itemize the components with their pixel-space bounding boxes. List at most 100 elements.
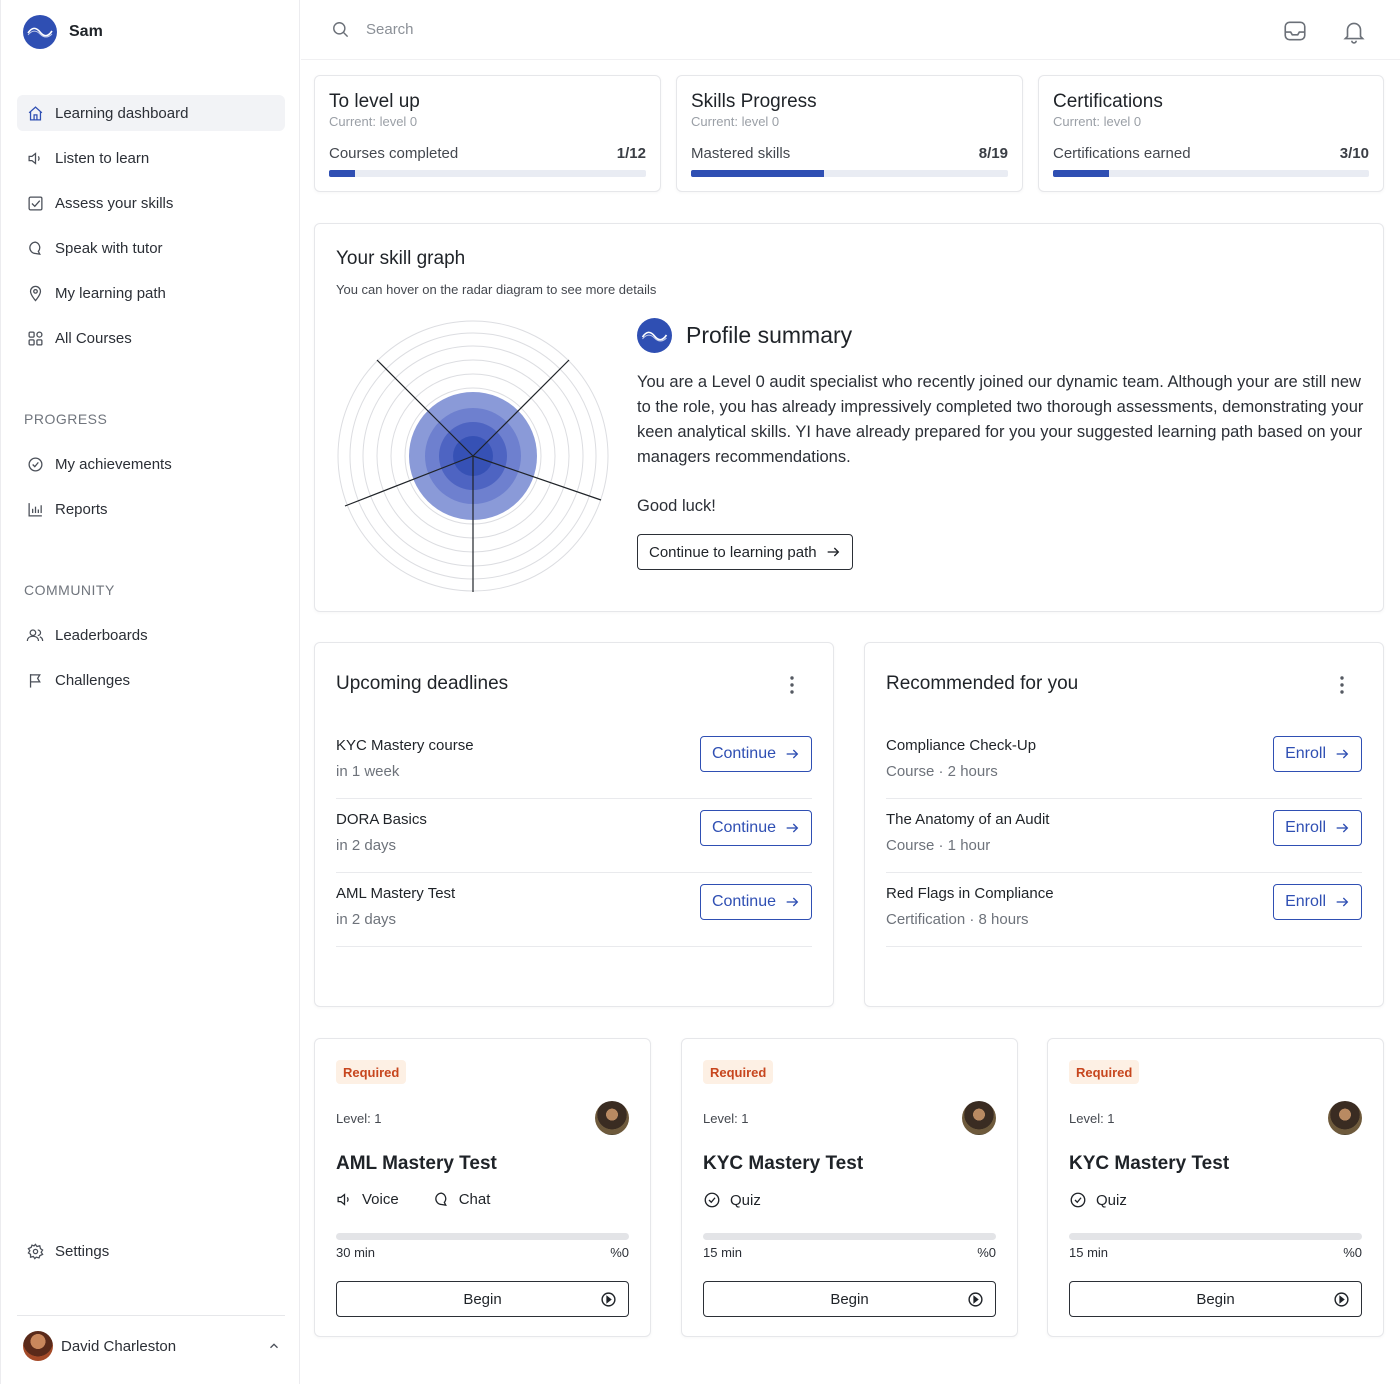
button-label: Begin [463,1290,502,1308]
sidebar-divider [17,1315,285,1316]
sidebar-item-label: Learning dashboard [55,104,189,122]
mode-label: Voice [362,1191,399,1208]
topbar: Search [301,0,1400,60]
stat-card-certifications: Certifications Current: level 0 Certific… [1038,75,1384,192]
list-item: DORA Basics in 2 days Continue [336,799,812,873]
arrow-right-icon [784,894,800,910]
begin-button[interactable]: Begin [703,1281,996,1317]
user-menu[interactable]: David Charleston [23,1330,281,1362]
recommended-course-meta: Certification · 8 hours [886,911,1029,928]
sidebar-item-label: Settings [55,1242,110,1260]
required-badge: Required [336,1060,407,1084]
course-percent: %0 [610,1245,629,1260]
recommended-course-meta: Course · 1 hour [886,837,991,854]
course-title: KYC Mastery Test [703,1153,864,1174]
sidebar-item-learning-path[interactable]: My learning path [17,275,285,311]
stat-value: 1/12 [616,145,646,162]
sidebar-item-learning-dashboard[interactable]: Learning dashboard [17,95,285,131]
gear-icon [26,1242,44,1260]
skill-graph-subtitle: You can hover on the radar diagram to se… [336,282,657,297]
deadline-due: in 1 week [336,763,400,780]
continue-learning-path-button[interactable]: Continue to learning path [637,534,853,570]
stat-progress-bar [329,170,646,177]
sidebar-item-label: All Courses [55,329,132,347]
sidebar-item-listen-to-learn[interactable]: Listen to learn [17,140,285,176]
play-circle-icon [967,1291,984,1308]
button-label: Continue [711,819,776,836]
sidebar-item-reports[interactable]: Reports [17,491,285,527]
instructor-avatar [962,1101,996,1135]
required-badge: Required [703,1060,774,1084]
stat-subtitle: Current: level 0 [329,114,418,129]
brand[interactable]: Sam [23,15,103,49]
course-duration: 30 min [336,1245,376,1260]
begin-button[interactable]: Begin [336,1281,629,1317]
deadlines-title: Upcoming deadlines [336,673,509,694]
sidebar-item-label: Listen to learn [55,149,150,167]
inbox-icon[interactable] [1282,18,1308,44]
enroll-button[interactable]: Enroll [1273,884,1362,920]
course-title: KYC Mastery Test [1069,1153,1230,1174]
arrow-right-icon [1334,894,1350,910]
continue-button[interactable]: Continue [699,736,812,772]
stat-progress-bar [1053,170,1369,177]
continue-button[interactable]: Continue [699,810,812,846]
sidebar: Sam Learning dashboard Listen to learn A… [0,0,300,1384]
more-vertical-icon[interactable] [789,675,795,695]
more-vertical-icon[interactable] [1339,675,1345,695]
recommended-course-meta: Course · 2 hours [886,763,998,780]
bell-icon[interactable] [1341,18,1367,44]
list-item: Compliance Check-Up Course · 2 hours Enr… [886,725,1362,799]
course-title: AML Mastery Test [336,1153,497,1174]
course-progress-bar [1069,1233,1362,1240]
sidebar-item-assess-skills[interactable]: Assess your skills [17,185,285,221]
profile-summary-header: Profile summary [637,318,852,353]
search-icon [331,20,350,39]
search-bar[interactable]: Search [331,20,414,39]
sidebar-item-challenges[interactable]: Challenges [17,662,285,698]
stat-label: Courses completed [329,145,459,162]
stat-label: Mastered skills [691,145,791,162]
stat-title: To level up [329,91,420,112]
skill-radar-diagram[interactable] [335,318,611,594]
course-modes: Quiz [1069,1191,1127,1209]
recommended-card: Recommended for you Compliance Check-Up … [864,642,1384,1007]
map-pin-icon [26,284,44,302]
check-circle-icon [1069,1191,1087,1209]
course-modes: Voice Chat [336,1191,490,1208]
speaker-icon [26,149,44,167]
course-duration: 15 min [1069,1245,1109,1260]
recommended-title: Recommended for you [886,673,1079,694]
list-item: AML Mastery Test in 2 days Continue [336,873,812,947]
deadline-due: in 2 days [336,911,397,928]
checkbox-icon [26,194,44,212]
course-level: Level: 1 [703,1111,749,1126]
list-item: Red Flags in Compliance Certification · … [886,873,1362,947]
chat-icon [433,1191,450,1208]
chevron-up-icon[interactable] [267,1339,281,1353]
check-circle-icon [703,1191,721,1209]
course-progress-bar [703,1233,996,1240]
sidebar-item-label: Assess your skills [55,194,174,212]
sidebar-item-settings[interactable]: Settings [17,1233,285,1269]
skill-graph-card: Your skill graph You can hover on the ra… [314,223,1384,612]
sidebar-item-all-courses[interactable]: All Courses [17,320,285,356]
play-circle-icon [1333,1291,1350,1308]
button-label: Continue to learning path [649,543,817,561]
stat-label: Certifications earned [1053,145,1191,162]
course-card: Required Level: 1 AML Mastery Test Voice… [314,1038,651,1337]
button-label: Begin [1196,1290,1235,1308]
arrow-right-icon [784,820,800,836]
bar-chart-icon [26,500,44,518]
enroll-button[interactable]: Enroll [1273,736,1362,772]
search-input[interactable]: Search [366,21,414,38]
button-label: Enroll [1285,819,1326,836]
continue-button[interactable]: Continue [699,884,812,920]
enroll-button[interactable]: Enroll [1273,810,1362,846]
brand-name: Sam [69,23,103,40]
sidebar-item-speak-with-tutor[interactable]: Speak with tutor [17,230,285,266]
upcoming-deadlines-card: Upcoming deadlines KYC Mastery course in… [314,642,834,1007]
sidebar-item-leaderboards[interactable]: Leaderboards [17,617,285,653]
begin-button[interactable]: Begin [1069,1281,1362,1317]
sidebar-item-achievements[interactable]: My achievements [17,446,285,482]
